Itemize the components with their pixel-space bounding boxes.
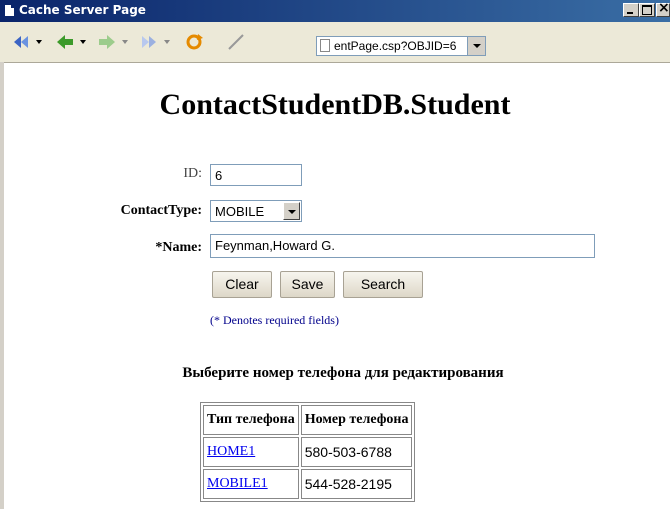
window-title-bar: Cache Server Page (0, 0, 670, 22)
maximize-button[interactable] (639, 3, 655, 17)
page-title: ContactStudentDB.Student (159, 88, 511, 121)
contacttype-select[interactable]: MOBILE (210, 200, 302, 222)
phone-type-link[interactable]: HOME1 (203, 437, 299, 467)
required-fields-note: (* Denotes required fields) (210, 313, 339, 327)
window-left-border (0, 62, 4, 509)
address-dropdown-button[interactable] (467, 37, 485, 55)
search-button[interactable]: Search (343, 271, 423, 298)
clear-button[interactable]: Clear (212, 271, 272, 298)
back-all-icon[interactable] (12, 33, 42, 51)
phone-type-link[interactable]: MOBILE1 (203, 469, 299, 499)
table-header-row: Тип телефона Номер телефона (203, 405, 413, 435)
contacttype-label: ContactType: (120, 203, 202, 218)
minimize-button[interactable] (623, 3, 639, 17)
back-icon[interactable] (56, 33, 86, 51)
address-text: entPage.csp?OBJID=6 (334, 39, 457, 53)
contacttype-dropdown-button[interactable] (283, 202, 300, 220)
id-label: ID: (183, 166, 202, 181)
page-icon (5, 5, 14, 16)
phone-number: 580-503-6788 (300, 437, 413, 467)
forward-icon[interactable] (98, 33, 128, 51)
edit-icon[interactable] (226, 33, 246, 51)
phones-table: Тип телефона Номер телефона HOME1 580-50… (200, 402, 416, 502)
phone-number: 544-528-2195 (300, 469, 413, 499)
column-header-number: Номер телефона (300, 405, 413, 435)
id-field[interactable]: 6 (210, 164, 302, 186)
table-row: MOBILE1 544-528-2195 (203, 469, 413, 499)
name-label: *Name: (155, 240, 202, 255)
save-button[interactable]: Save (280, 271, 335, 298)
name-field[interactable]: Feynman,Howard G. (210, 234, 595, 258)
column-header-type: Тип телефона (203, 405, 299, 435)
refresh-icon[interactable] (184, 33, 204, 51)
toolbar: entPage.csp?OBJID=6 (0, 22, 670, 63)
contacttype-value: MOBILE (215, 204, 265, 219)
phones-heading: Выберите номер телефона для редактирован… (182, 365, 504, 381)
document-icon (320, 39, 330, 52)
close-button[interactable] (656, 0, 670, 17)
window-title: Cache Server Page (19, 3, 146, 17)
table-row: HOME1 580-503-6788 (203, 437, 413, 467)
forward-all-icon[interactable] (140, 33, 170, 51)
address-bar[interactable]: entPage.csp?OBJID=6 (316, 36, 486, 56)
